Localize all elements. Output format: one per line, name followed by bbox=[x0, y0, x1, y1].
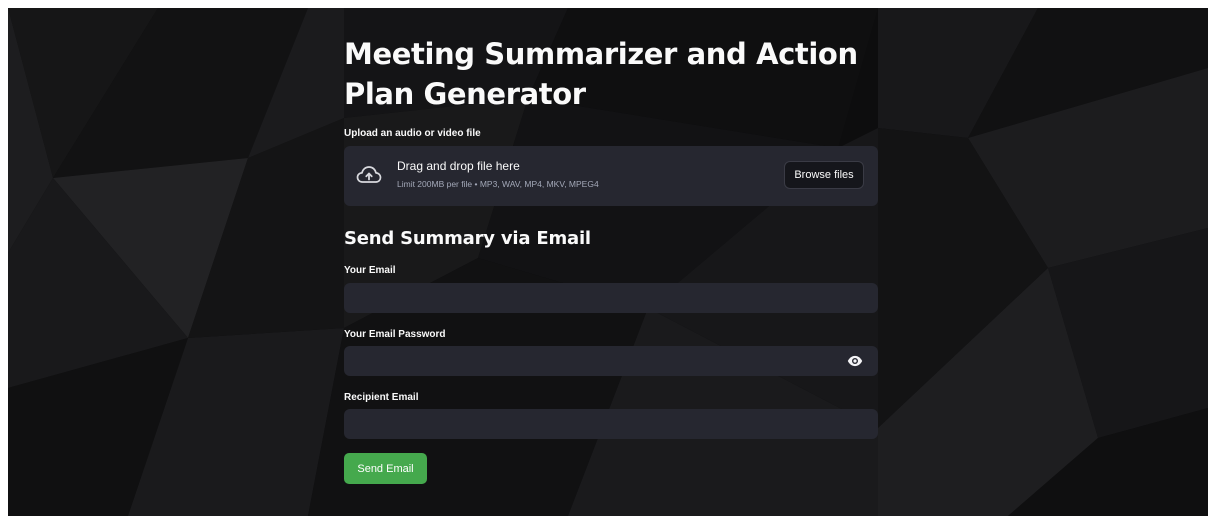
email-password-label: Your Email Password bbox=[344, 329, 446, 340]
your-email-label: Your Email bbox=[344, 265, 396, 276]
recipient-email-label: Recipient Email bbox=[344, 392, 419, 403]
your-email-input[interactable] bbox=[344, 283, 878, 313]
file-dropzone[interactable]: Drag and drop file here Limit 200MB per … bbox=[344, 146, 878, 206]
cloud-upload-icon bbox=[356, 166, 382, 183]
file-limit-text: Limit 200MB per file • MP3, WAV, MP4, MK… bbox=[397, 179, 599, 189]
send-email-button[interactable]: Send Email bbox=[344, 453, 427, 484]
upload-label: Upload an audio or video file bbox=[344, 128, 481, 139]
eye-icon bbox=[847, 355, 863, 367]
browse-files-button[interactable]: Browse files bbox=[784, 161, 864, 189]
show-password-toggle[interactable] bbox=[840, 346, 870, 376]
page-title: Meeting Summarizer and Action Plan Gener… bbox=[344, 37, 858, 111]
app-frame: Meeting Summarizer and Action Plan Gener… bbox=[8, 8, 1208, 516]
drop-instructions: Drag and drop file here bbox=[397, 159, 520, 173]
recipient-email-input[interactable] bbox=[344, 409, 878, 439]
email-password-input[interactable] bbox=[344, 346, 878, 376]
email-section-title: Send Summary via Email bbox=[344, 228, 591, 249]
